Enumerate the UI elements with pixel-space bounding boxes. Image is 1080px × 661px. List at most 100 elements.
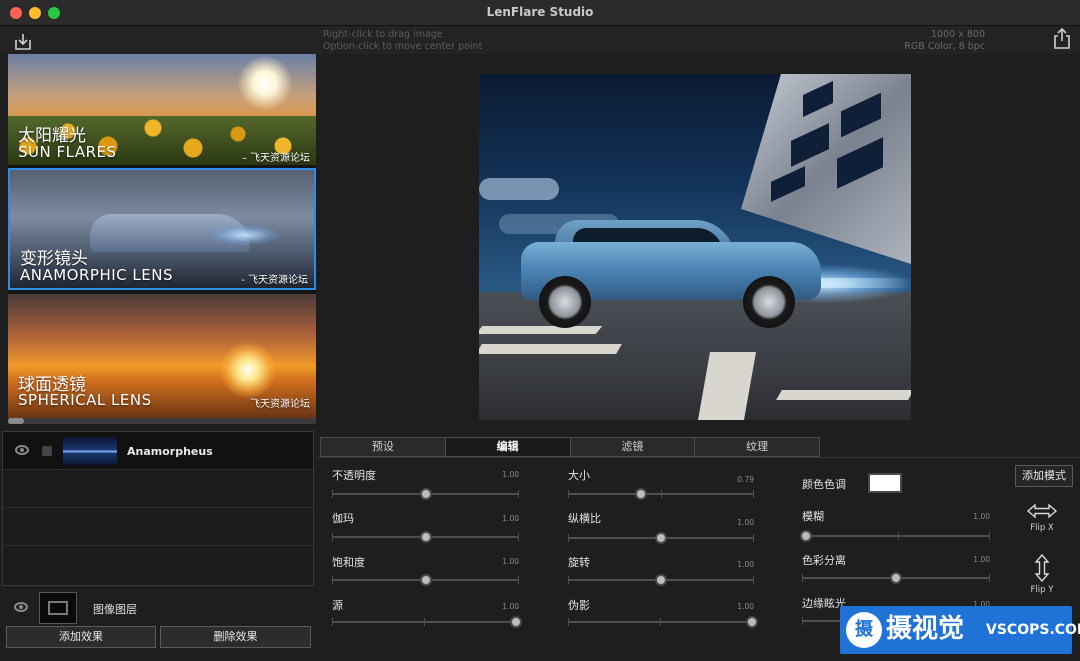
size-label: 大小 (568, 469, 590, 482)
slider-tick (753, 490, 754, 498)
preset-scrollbar-thumb[interactable] (8, 418, 24, 424)
chroma-slider[interactable] (802, 572, 990, 584)
aspect-label: 纵横比 (568, 512, 601, 525)
preset-sun-flares[interactable]: 太阳耀光 SUN FLARES – 飞天资源论坛 (8, 54, 316, 165)
blur-slider[interactable] (800, 530, 990, 542)
flip-x-label: Flip X (1030, 523, 1054, 533)
color-tint-swatch[interactable] (868, 473, 902, 493)
tab-filters[interactable]: 滤镜 (571, 438, 696, 456)
slider-tick (802, 617, 803, 625)
preset-spherical-lens[interactable]: 球面透镜 SPHERICAL LENS 飞天资源论坛 (8, 294, 316, 418)
slider-tick (802, 574, 803, 582)
layer-checkbox[interactable] (42, 446, 52, 456)
slider-tick (332, 490, 333, 498)
layer-row-empty (3, 508, 313, 546)
blur-label: 模糊 (802, 510, 824, 523)
preset-watermark: - 飞天资源论坛 (241, 275, 308, 286)
slider-tick (660, 618, 661, 626)
slider-tick (518, 490, 519, 498)
slider-knob[interactable] (746, 616, 758, 628)
slider-tick (332, 533, 333, 541)
size-value: 0.79 (737, 475, 754, 484)
slider-knob[interactable] (634, 488, 647, 500)
preset-anamorphic-lens[interactable]: 变形镜头 ANAMORPHIC LENS - 飞天资源论坛 (8, 168, 316, 290)
add-effect-button[interactable]: 添加效果 (6, 626, 156, 648)
tab-presets[interactable]: 预设 (321, 438, 446, 456)
aspect-value: 1.00 (737, 518, 754, 527)
slider-knob[interactable] (510, 616, 522, 628)
slider-knob[interactable] (419, 531, 432, 543)
sun-flare-graphic (238, 56, 292, 110)
size-slider[interactable] (568, 488, 754, 500)
download-icon[interactable] (13, 32, 33, 52)
gamma-value: 1.00 (502, 514, 519, 523)
slider-knob[interactable] (655, 574, 667, 586)
slider-tick (568, 618, 569, 626)
title-bar: LenFlare Studio (0, 0, 1080, 26)
visibility-eye-icon[interactable] (14, 602, 28, 612)
layer-list: Anamorpheus (2, 431, 314, 586)
aspect-slider[interactable] (568, 532, 754, 544)
gamma-label: 伽玛 (332, 512, 354, 525)
slider-tick (989, 574, 990, 582)
saturation-value: 1.00 (502, 557, 519, 566)
source-slider[interactable] (332, 616, 522, 628)
watermark-cn: 摄视觉 (886, 614, 965, 644)
flare-graphic (210, 225, 280, 245)
slider-knob[interactable] (890, 572, 902, 584)
image-info: 1000 x 800 RGB Color, 8 bpc (904, 29, 985, 53)
layer-row-empty (3, 470, 313, 508)
preset-watermark: 飞天资源论坛 (250, 399, 310, 410)
chroma-label: 色彩分离 (802, 554, 846, 567)
ghosts-slider[interactable] (568, 616, 758, 628)
slider-tick (989, 532, 990, 540)
flip-x-button[interactable]: Flip X (1022, 502, 1062, 533)
slider-tick (332, 618, 333, 626)
tab-texture[interactable]: 纹理 (695, 438, 819, 456)
slider-knob[interactable] (800, 530, 812, 542)
add-mode-button[interactable]: 添加模式 (1015, 465, 1073, 487)
panel-tabs: 预设 编辑 滤镜 纹理 (320, 437, 820, 457)
opacity-slider[interactable] (332, 488, 519, 500)
slider-tick (424, 618, 425, 626)
flip-y-icon (1034, 553, 1050, 583)
preset-scrollbar[interactable] (8, 418, 316, 424)
watermark-logo-icon: 摄 (846, 612, 882, 648)
image-canvas[interactable] (479, 74, 911, 420)
canvas-hint: Right-click to drag image Option-click t… (323, 29, 482, 53)
opacity-label: 不透明度 (332, 469, 376, 482)
divider (318, 457, 1080, 458)
image-size: 1000 x 800 (931, 29, 985, 40)
window-title: LenFlare Studio (486, 5, 594, 19)
rotation-label: 旋转 (568, 556, 590, 569)
flip-y-label: Flip Y (1030, 585, 1054, 595)
chroma-value: 1.00 (973, 555, 990, 564)
rotation-slider[interactable] (568, 574, 754, 586)
saturation-slider[interactable] (332, 574, 519, 586)
saturation-label: 饱和度 (332, 556, 365, 569)
color-tint-label: 颜色色调 (802, 478, 846, 491)
flip-y-button[interactable]: Flip Y (1022, 553, 1062, 595)
ghosts-label: 伪影 (568, 599, 590, 612)
slider-knob[interactable] (419, 488, 432, 500)
delete-effect-button[interactable]: 删除效果 (160, 626, 311, 648)
layer-name: Anamorpheus (127, 445, 213, 458)
image-mode: RGB Color, 8 bpc (904, 41, 985, 52)
tab-edit[interactable]: 编辑 (445, 438, 571, 456)
preset-list: 太阳耀光 SUN FLARES – 飞天资源论坛 变形镜头 ANAMORPHIC… (8, 54, 316, 422)
share-icon[interactable] (1052, 27, 1072, 50)
visibility-eye-icon[interactable] (15, 445, 29, 455)
image-layer-row[interactable]: 图像图层 (2, 590, 314, 624)
slider-tick (568, 534, 569, 542)
layer-thumbnail (63, 437, 117, 465)
slider-tick (753, 534, 754, 542)
site-watermark: 摄 摄视觉 VSCOPS.COM (840, 606, 1080, 654)
ghosts-value: 1.00 (737, 602, 754, 611)
source-label: 源 (332, 599, 343, 612)
opacity-value: 1.00 (502, 470, 519, 479)
layer-row[interactable]: Anamorpheus (3, 432, 313, 470)
slider-knob[interactable] (419, 574, 432, 586)
slider-knob[interactable] (655, 532, 667, 544)
preset-title-en: ANAMORPHIC LENS (20, 266, 173, 284)
gamma-slider[interactable] (332, 531, 519, 543)
